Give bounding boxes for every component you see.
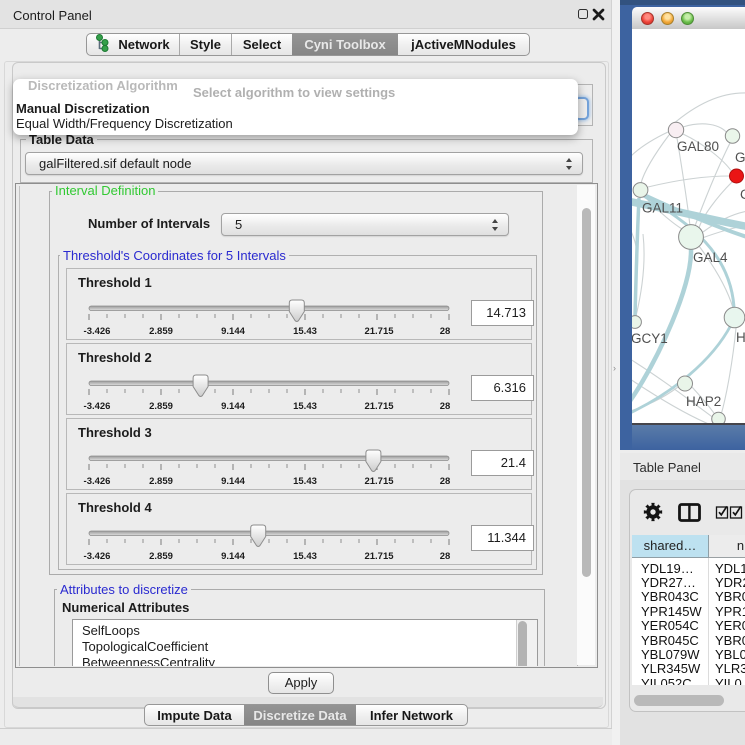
svg-text:28: 28: [440, 401, 451, 412]
svg-text:-3.426: -3.426: [84, 476, 111, 487]
svg-text:15.43: 15.43: [293, 401, 317, 412]
svg-text:H: H: [736, 330, 745, 345]
svg-text:GAL80: GAL80: [677, 139, 719, 154]
svg-text:9.144: 9.144: [221, 551, 245, 562]
svg-text:28: 28: [440, 476, 451, 487]
svg-text:9.144: 9.144: [221, 476, 245, 487]
svg-text:2.859: 2.859: [149, 326, 173, 337]
svg-text:2.859: 2.859: [149, 476, 173, 487]
svg-text:9.144: 9.144: [221, 326, 245, 337]
svg-text:2.859: 2.859: [149, 401, 173, 412]
svg-text:HAP2: HAP2: [686, 394, 721, 409]
svg-text:15.43: 15.43: [293, 326, 317, 337]
svg-text:C: C: [740, 187, 745, 202]
svg-text:GCY1: GCY1: [632, 331, 668, 346]
svg-text:21.715: 21.715: [364, 551, 394, 562]
svg-text:28: 28: [440, 326, 451, 337]
svg-text:21.715: 21.715: [364, 401, 394, 412]
svg-text:15.43: 15.43: [293, 476, 317, 487]
svg-text:15.43: 15.43: [293, 551, 317, 562]
svg-text:21.715: 21.715: [364, 326, 394, 337]
svg-text:21.715: 21.715: [364, 476, 394, 487]
svg-text:-3.426: -3.426: [84, 401, 111, 412]
svg-text:2.859: 2.859: [149, 551, 173, 562]
svg-text:-3.426: -3.426: [84, 551, 111, 562]
svg-text:GAL4: GAL4: [693, 250, 728, 265]
svg-text:GAL11: GAL11: [642, 201, 683, 216]
svg-text:-3.426: -3.426: [84, 326, 111, 337]
svg-text:GA: GA: [735, 150, 745, 165]
svg-text:9.144: 9.144: [221, 401, 245, 412]
svg-text:28: 28: [440, 551, 451, 562]
